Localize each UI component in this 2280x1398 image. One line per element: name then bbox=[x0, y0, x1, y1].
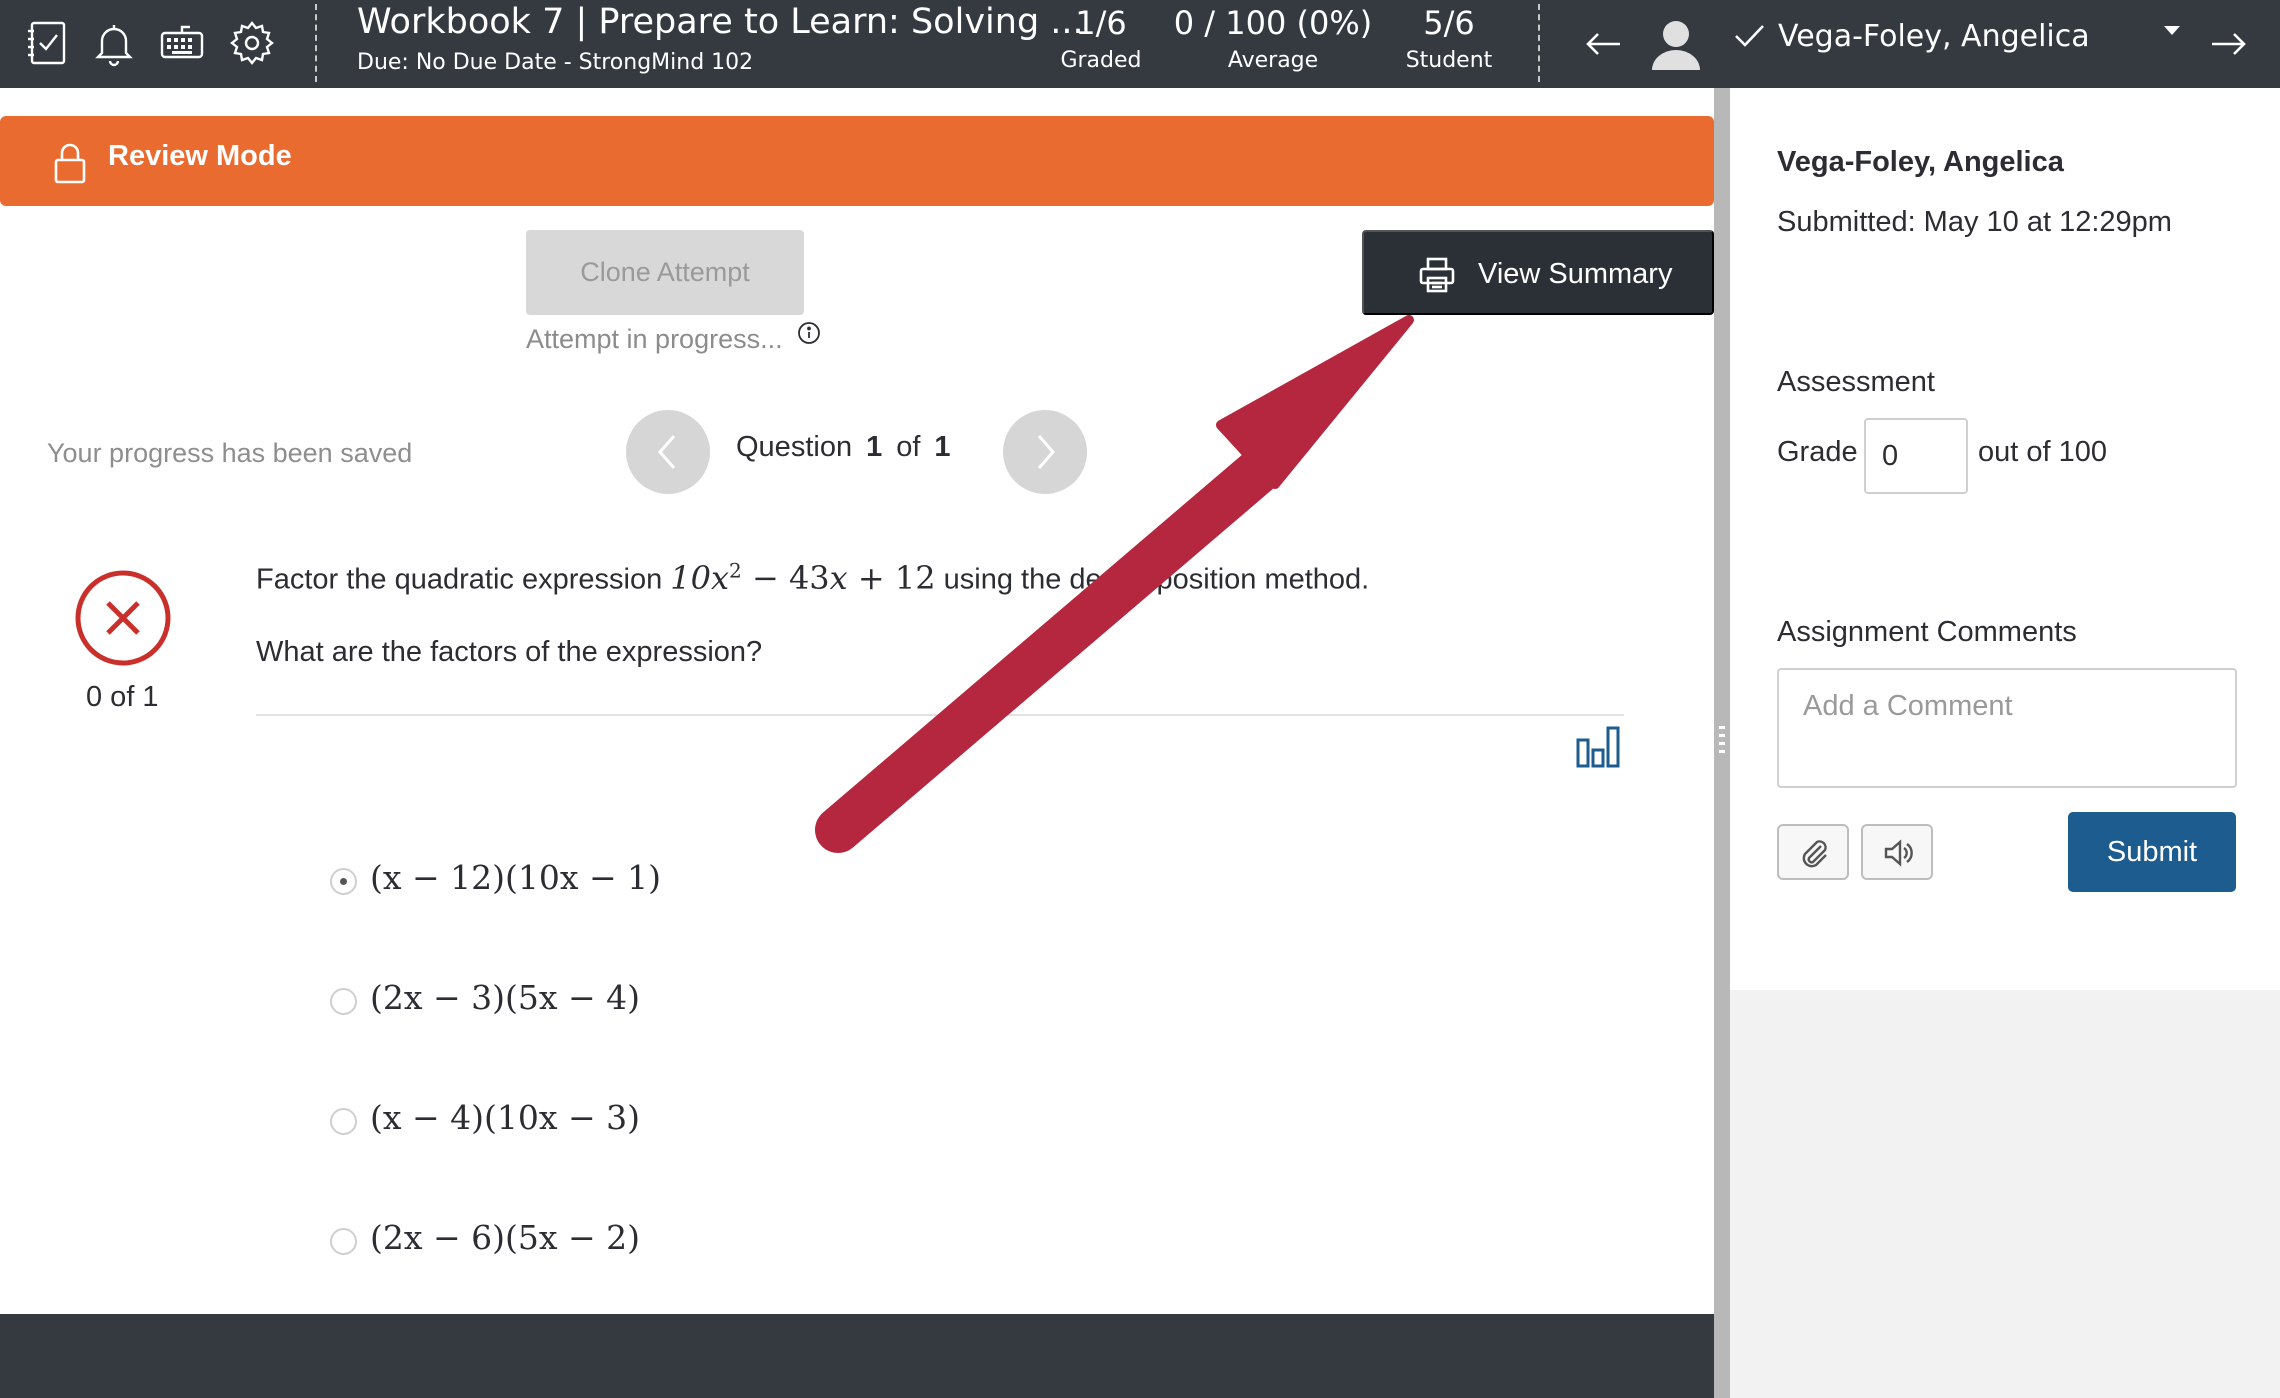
student-name: Vega-Foley, Angelica bbox=[1777, 146, 2064, 178]
comment-textarea[interactable] bbox=[1777, 668, 2237, 788]
gradebook-icon[interactable] bbox=[22, 17, 74, 69]
radio-button[interactable] bbox=[330, 988, 357, 1015]
info-icon[interactable] bbox=[797, 321, 821, 345]
question-score: 0 of 1 bbox=[86, 681, 159, 713]
prompt-text: Factor the quadratic expression bbox=[256, 563, 663, 596]
question-label: Question bbox=[736, 431, 853, 463]
submit-button[interactable]: Submit bbox=[2068, 812, 2236, 892]
next-student-arrow-icon[interactable] bbox=[2202, 18, 2254, 70]
choice-label: (2x − 3)(5x − 4) bbox=[370, 978, 640, 1017]
grade-label: Grade bbox=[1777, 436, 1858, 468]
speaker-icon bbox=[1884, 839, 1913, 867]
assessment-heading: Assessment bbox=[1777, 366, 1935, 398]
radio-button[interactable] bbox=[330, 868, 357, 895]
divider bbox=[1538, 4, 1540, 82]
radio-button[interactable] bbox=[330, 1108, 357, 1135]
prompt-text: using the decomposition method. bbox=[943, 563, 1370, 596]
panel-splitter[interactable] bbox=[1714, 88, 1730, 1398]
audio-comment-button[interactable] bbox=[1861, 824, 1933, 880]
bar-chart-icon[interactable] bbox=[1574, 722, 1622, 770]
stat-value: 0 / 100 (0%) bbox=[1173, 4, 1373, 42]
bell-icon[interactable] bbox=[88, 17, 140, 69]
drag-handle-icon[interactable] bbox=[1717, 720, 1727, 764]
stat-label: Graded bbox=[1060, 48, 1142, 73]
question-of: of bbox=[896, 431, 921, 463]
question-total: 1 bbox=[934, 431, 951, 463]
chevron-left-icon bbox=[658, 435, 676, 469]
stat-value: 5/6 bbox=[1423, 4, 1475, 42]
grade-input[interactable] bbox=[1864, 418, 1968, 494]
gear-icon[interactable] bbox=[226, 17, 278, 69]
stat-value: 1/6 bbox=[1075, 4, 1127, 42]
stat-graded: 1/6 Graded bbox=[1050, 4, 1152, 73]
paperclip-icon bbox=[1802, 840, 1827, 868]
grading-panel: Vega-Foley, Angelica Submitted: May 10 a… bbox=[1730, 88, 2280, 1398]
review-mode-banner: Review Mode bbox=[0, 116, 1714, 206]
dropdown-caret-icon[interactable] bbox=[2160, 18, 2184, 42]
chevron-right-icon bbox=[1037, 435, 1055, 469]
choice-label: (2x − 6)(5x − 2) bbox=[370, 1218, 640, 1257]
attach-file-button[interactable] bbox=[1777, 824, 1849, 880]
attempt-status: Attempt in progress... bbox=[526, 324, 783, 354]
main-content: Review Mode Clone Attempt Attempt in pro… bbox=[0, 88, 1714, 1398]
question-counter: Question 1 of 1 bbox=[736, 431, 965, 464]
radio-button[interactable] bbox=[330, 1228, 357, 1255]
quadratic-expression: 10x2 − 43x + 12 bbox=[670, 558, 936, 597]
lock-icon bbox=[54, 143, 86, 184]
divider bbox=[256, 714, 1624, 716]
previous-student-arrow-icon[interactable] bbox=[1578, 18, 1630, 70]
stat-label: Average bbox=[1227, 48, 1319, 73]
review-mode-label: Review Mode bbox=[108, 140, 292, 172]
top-bar: Workbook 7 | Prepare to Learn: Solving .… bbox=[0, 0, 2280, 88]
view-summary-label: View Summary bbox=[1478, 258, 1673, 290]
stat-average: 0 / 100 (0%) Average bbox=[1168, 4, 1378, 73]
comments-heading: Assignment Comments bbox=[1777, 616, 2077, 648]
assignment-title: Workbook 7 | Prepare to Learn: Solving .… bbox=[357, 2, 1084, 42]
avatar-icon bbox=[1646, 12, 1706, 72]
clone-attempt-button[interactable]: Clone Attempt bbox=[526, 230, 804, 315]
footer-bar bbox=[0, 1314, 1714, 1398]
progress-saved-status: Your progress has been saved bbox=[47, 438, 413, 468]
choice-label: (x − 4)(10x − 3) bbox=[370, 1098, 640, 1137]
submitted-date: Submitted: May 10 at 12:29pm bbox=[1777, 206, 2172, 238]
view-summary-button[interactable]: View Summary bbox=[1362, 230, 1714, 315]
stat-label: Student bbox=[1405, 48, 1493, 73]
student-selector[interactable]: Vega-Foley, Angelica bbox=[1778, 19, 2090, 54]
question-prompt: Factor the quadratic expression 10x2 − 4… bbox=[256, 558, 1369, 597]
divider bbox=[315, 4, 317, 82]
printer-icon bbox=[1419, 257, 1455, 293]
choice-label: (x − 12)(10x − 1) bbox=[370, 858, 661, 897]
previous-question-button[interactable] bbox=[626, 410, 710, 494]
grade-out-of: out of 100 bbox=[1978, 436, 2107, 468]
keyboard-icon[interactable] bbox=[156, 17, 208, 69]
grading-panel-content: Vega-Foley, Angelica Submitted: May 10 a… bbox=[1730, 88, 2280, 990]
due-date: Due: No Due Date - StrongMind 102 bbox=[357, 50, 754, 75]
question-subprompt: What are the factors of the expression? bbox=[256, 636, 763, 668]
stat-student: 5/6 Student bbox=[1394, 4, 1504, 73]
next-question-button[interactable] bbox=[1003, 410, 1087, 494]
check-icon bbox=[1730, 16, 1770, 56]
question-current: 1 bbox=[866, 431, 883, 463]
incorrect-icon bbox=[75, 570, 171, 666]
